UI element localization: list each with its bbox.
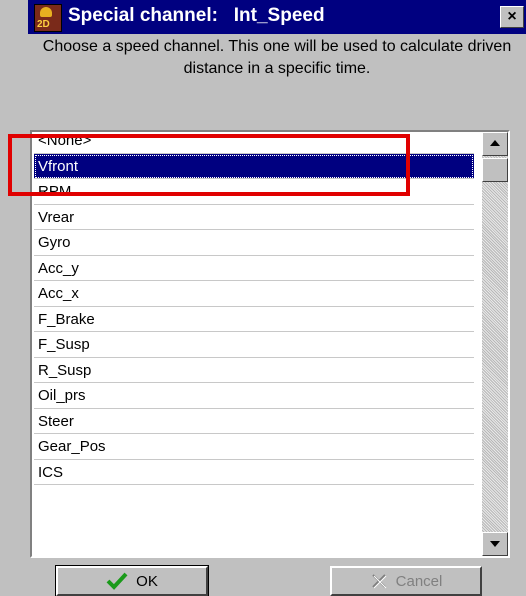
- window-title: Special channel: Int_Speed: [68, 5, 325, 26]
- app-icon: 2D: [34, 4, 62, 32]
- highlight-annotation-box: [8, 134, 410, 196]
- scroll-down-button[interactable]: [482, 532, 508, 556]
- list-item[interactable]: Acc_y: [34, 256, 474, 281]
- checkmark-icon: [106, 572, 128, 590]
- description-text: Choose a speed channel. This one will be…: [42, 38, 512, 77]
- arrow-up-icon: [490, 140, 500, 146]
- list-item[interactable]: Gear_Pos: [34, 434, 474, 460]
- close-button[interactable]: ×: [500, 6, 524, 28]
- list-item[interactable]: R_Susp: [34, 358, 474, 383]
- list-item[interactable]: Vrear: [34, 205, 474, 230]
- list-item[interactable]: ICS: [34, 460, 474, 485]
- list-item[interactable]: Steer: [34, 409, 474, 434]
- ok-label: OK: [136, 572, 158, 590]
- app-icon-text: 2D: [37, 19, 50, 30]
- driver-figure-icon: [40, 7, 52, 17]
- list-item[interactable]: F_Susp: [34, 332, 474, 358]
- vertical-scrollbar[interactable]: [482, 132, 508, 556]
- list-item[interactable]: Gyro: [34, 230, 474, 256]
- scroll-up-button[interactable]: [482, 132, 508, 156]
- list-item[interactable]: Oil_prs: [34, 383, 474, 409]
- cancel-button[interactable]: Cancel: [330, 566, 482, 596]
- cancel-label: Cancel: [395, 572, 443, 590]
- scrollbar-thumb[interactable]: [482, 158, 508, 182]
- list-item[interactable]: F_Brake: [34, 307, 474, 332]
- list-item[interactable]: Acc_x: [34, 281, 474, 307]
- arrow-down-icon: [490, 541, 500, 547]
- x-icon: [370, 572, 388, 590]
- ok-button[interactable]: OK: [56, 566, 208, 596]
